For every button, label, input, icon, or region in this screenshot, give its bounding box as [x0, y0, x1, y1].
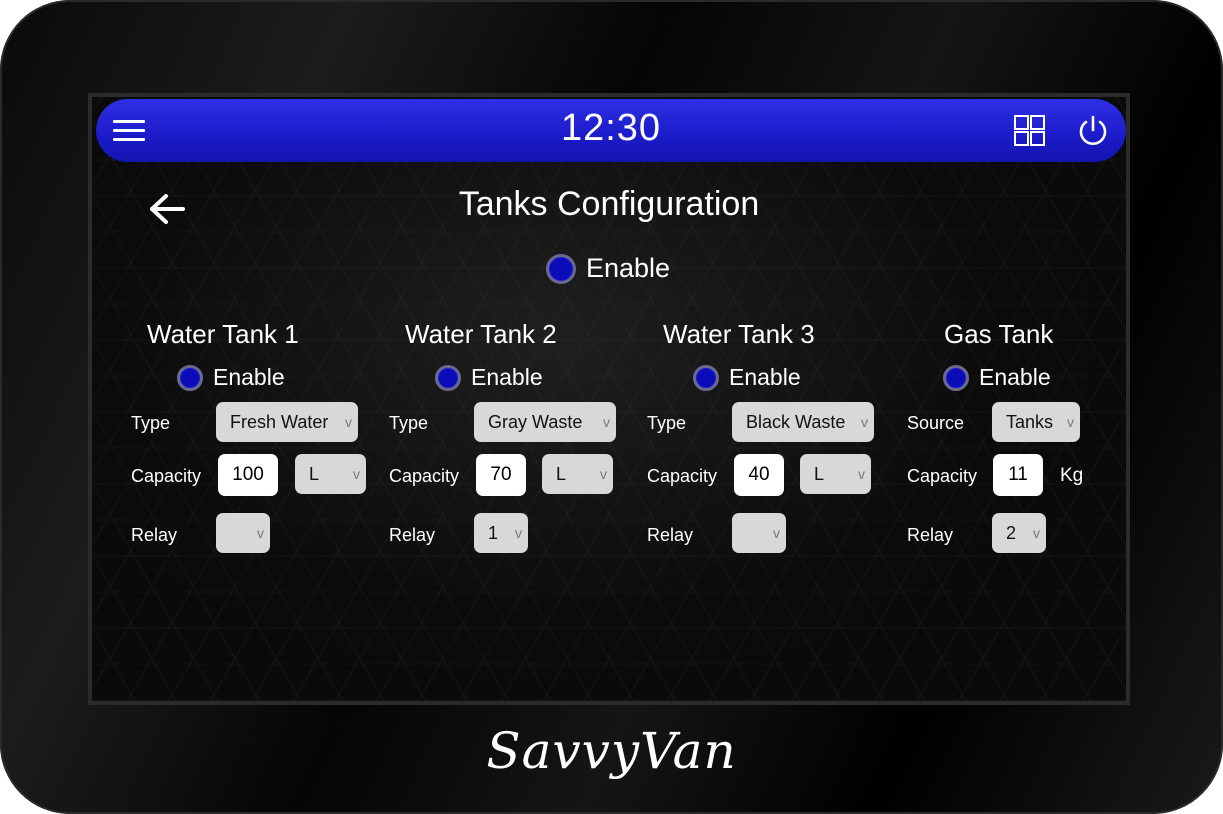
relay-value: 2 — [1006, 523, 1017, 543]
capacity-label: Capacity — [647, 466, 718, 486]
type-label: Type — [389, 413, 429, 433]
enable-label: Enable — [729, 364, 801, 390]
tank-enable-radio[interactable]: Enable — [177, 364, 285, 391]
page-title: Tanks Configuration — [458, 185, 760, 223]
relay-label: Relay — [907, 525, 954, 545]
chevron-down-icon: v — [1067, 414, 1074, 430]
relay-label: Relay — [389, 525, 436, 545]
relay-value: 1 — [488, 523, 499, 543]
chevron-down-icon: v — [1033, 525, 1040, 541]
chevron-down-icon: v — [861, 414, 868, 430]
relay-select[interactable]: v — [732, 513, 786, 553]
chevron-down-icon: v — [345, 414, 352, 430]
radio-icon — [943, 364, 969, 391]
type-select[interactable]: Fresh Water v — [216, 402, 358, 442]
tank-title: Water Tank 1 — [147, 319, 299, 349]
type-label: Type — [131, 413, 171, 433]
capacity-input[interactable]: 40 — [734, 454, 784, 496]
capacity-input[interactable]: 70 — [476, 454, 526, 496]
chevron-down-icon: v — [600, 466, 607, 482]
tank-enable-radio[interactable]: Enable — [943, 364, 1051, 391]
relay-select[interactable]: v — [216, 513, 270, 553]
chevron-down-icon: v — [603, 414, 610, 430]
capacity-input[interactable]: 11 — [993, 454, 1043, 496]
type-select[interactable]: Black Waste v — [732, 402, 874, 442]
relay-label: Relay — [131, 525, 178, 545]
master-enable-radio[interactable]: Enable — [546, 253, 670, 284]
radio-icon — [177, 364, 203, 391]
capacity-input[interactable]: 100 — [218, 454, 278, 496]
source-select[interactable]: Tanks v — [992, 402, 1080, 442]
unit-value: L — [814, 464, 825, 484]
capacity-label: Capacity — [131, 466, 202, 486]
relay-select[interactable]: 1v — [474, 513, 528, 553]
relay-label: Relay — [647, 525, 694, 545]
tank-title: Water Tank 2 — [405, 319, 557, 349]
type-value: Fresh Water — [230, 412, 329, 432]
enable-label: Enable — [471, 364, 543, 390]
power-icon[interactable] — [1076, 114, 1110, 148]
tank-title: Gas Tank — [944, 319, 1054, 349]
unit-select[interactable]: Lv — [800, 454, 871, 494]
capacity-label: Capacity — [389, 466, 460, 486]
radio-icon — [435, 364, 461, 391]
radio-icon — [693, 364, 719, 391]
capacity-label: Capacity — [907, 466, 978, 486]
relay-select[interactable]: 2v — [992, 513, 1046, 553]
enable-label: Enable — [979, 364, 1051, 390]
brand-logo: SavvyVan — [486, 722, 737, 780]
chevron-down-icon: v — [858, 466, 865, 482]
chevron-down-icon: v — [515, 525, 522, 541]
unit-value: L — [309, 464, 320, 484]
clock: 12:30 — [560, 107, 662, 149]
top-bar: 12:30 — [96, 99, 1126, 162]
chevron-down-icon: v — [257, 525, 264, 541]
type-select[interactable]: Gray Waste v — [474, 402, 616, 442]
source-label: Source — [907, 413, 965, 433]
type-value: Black Waste — [746, 412, 846, 432]
chevron-down-icon: v — [773, 525, 780, 541]
source-value: Tanks — [1006, 412, 1054, 432]
type-label: Type — [647, 413, 687, 433]
type-value: Gray Waste — [488, 412, 583, 432]
tank-title: Water Tank 3 — [663, 319, 815, 349]
unit-select[interactable]: Lv — [542, 454, 613, 494]
chevron-down-icon: v — [353, 466, 360, 482]
master-enable-label: Enable — [586, 253, 671, 283]
grid-icon[interactable] — [1014, 115, 1046, 147]
tank-enable-radio[interactable]: Enable — [693, 364, 801, 391]
tank-enable-radio[interactable]: Enable — [435, 364, 543, 391]
screen: 12:30 Tanks Configuration Enable Water T… — [88, 93, 1130, 705]
unit-select[interactable]: Lv — [295, 454, 366, 494]
unit-label: Kg — [1060, 465, 1084, 486]
radio-icon — [546, 253, 576, 284]
unit-value: L — [556, 464, 567, 484]
enable-label: Enable — [213, 364, 285, 390]
